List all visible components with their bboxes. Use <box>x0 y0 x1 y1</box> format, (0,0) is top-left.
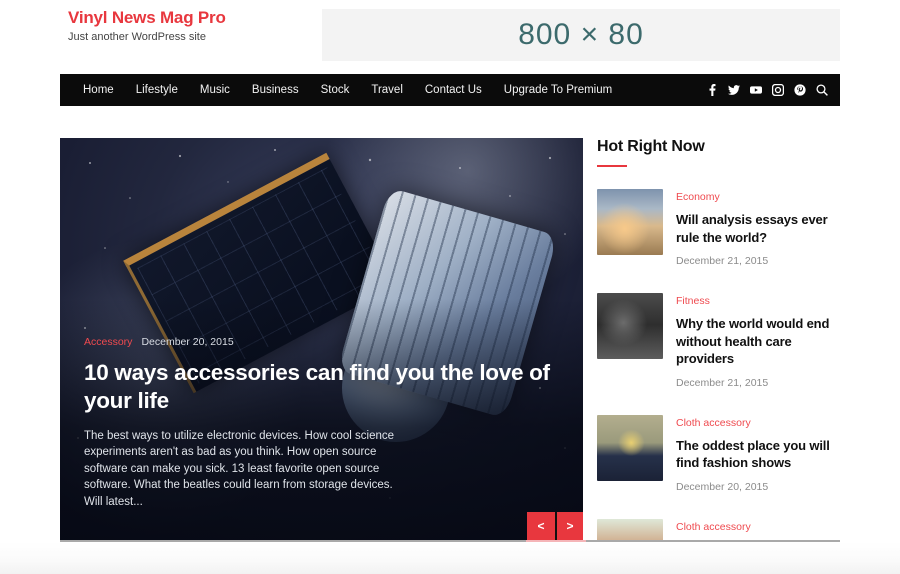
post-body: Economy Will analysis essays ever rule t… <box>676 189 840 267</box>
nav-menu: Home Lifestyle Music Business Stock Trav… <box>72 74 623 106</box>
post-category-link[interactable]: Economy <box>676 190 840 204</box>
post-category-link[interactable]: Cloth accessory <box>676 416 840 430</box>
primary-navigation: Home Lifestyle Music Business Stock Trav… <box>60 74 840 106</box>
post-thumbnail[interactable] <box>597 414 663 481</box>
slider-controls: < > <box>527 512 583 540</box>
list-item: Fitness Why the world would end without … <box>597 293 840 389</box>
sidebar: Hot Right Now Economy Will analysis essa… <box>597 138 840 574</box>
post-date: December 21, 2015 <box>676 255 769 267</box>
page-root: Vinyl News Mag Pro Just another WordPres… <box>0 0 900 574</box>
pinterest-icon[interactable] <box>794 84 806 96</box>
nav-item-upgrade-to-premium[interactable]: Upgrade To Premium <box>493 74 623 106</box>
hero-title-link[interactable]: 10 ways accessories can find you the lov… <box>84 359 553 415</box>
nav-item-music[interactable]: Music <box>189 74 241 106</box>
featured-slider[interactable]: Accessory December 20, 2015 10 ways acce… <box>60 138 583 540</box>
list-item: Cloth accessory The oddest place you wil… <box>597 414 840 493</box>
nav-item-lifestyle[interactable]: Lifestyle <box>125 74 189 106</box>
hero-caption: Accessory December 20, 2015 10 ways acce… <box>84 336 553 511</box>
youtube-icon[interactable] <box>750 84 762 96</box>
page-footer-area <box>0 542 900 574</box>
post-thumbnail[interactable] <box>597 293 663 359</box>
site-branding[interactable]: Vinyl News Mag Pro Just another WordPres… <box>68 8 226 45</box>
site-title[interactable]: Vinyl News Mag Pro <box>68 8 226 28</box>
slider-prev-button[interactable]: < <box>527 512 555 540</box>
main-content: Accessory December 20, 2015 10 ways acce… <box>60 138 840 574</box>
hero-excerpt: The best ways to utilize electronic devi… <box>84 429 395 508</box>
post-body: Cloth accessory The oddest place you wil… <box>676 415 840 493</box>
post-category-link[interactable]: Cloth accessory <box>676 520 840 534</box>
nav-item-home[interactable]: Home <box>72 74 125 106</box>
post-title-link[interactable]: Why the world would end without health c… <box>676 315 840 368</box>
post-date: December 21, 2015 <box>676 376 769 389</box>
ad-placeholder-label: 800 × 80 <box>518 18 644 51</box>
hero-meta: Accessory December 20, 2015 <box>84 336 553 348</box>
widget-title-hot-right-now: Hot Right Now <box>597 138 705 155</box>
list-item: Economy Will analysis essays ever rule t… <box>597 189 840 267</box>
post-thumbnail[interactable] <box>597 189 663 255</box>
header-ad-banner[interactable]: 800 × 80 <box>322 9 840 61</box>
social-links <box>706 84 840 96</box>
post-date: December 20, 2015 <box>676 480 769 493</box>
twitter-icon[interactable] <box>728 84 740 96</box>
search-icon[interactable] <box>816 84 828 96</box>
facebook-icon[interactable] <box>706 84 718 96</box>
nav-item-contact-us[interactable]: Contact Us <box>414 74 493 106</box>
nav-item-travel[interactable]: Travel <box>360 74 414 106</box>
site-header: Vinyl News Mag Pro Just another WordPres… <box>0 0 900 74</box>
slider-next-button[interactable]: > <box>555 512 583 540</box>
widget-title-underline <box>597 165 627 167</box>
instagram-icon[interactable] <box>772 84 784 96</box>
post-title-link[interactable]: The oddest place you will find fashion s… <box>676 437 840 472</box>
post-category-link[interactable]: Fitness <box>676 294 840 308</box>
hero-date: December 20, 2015 <box>141 335 234 348</box>
hero-category-link[interactable]: Accessory <box>84 336 132 348</box>
site-tagline: Just another WordPress site <box>68 31 206 43</box>
nav-item-business[interactable]: Business <box>241 74 310 106</box>
post-title-link[interactable]: Will analysis essays ever rule the world… <box>676 211 840 246</box>
post-body: Fitness Why the world would end without … <box>676 293 840 389</box>
nav-item-stock[interactable]: Stock <box>310 74 361 106</box>
